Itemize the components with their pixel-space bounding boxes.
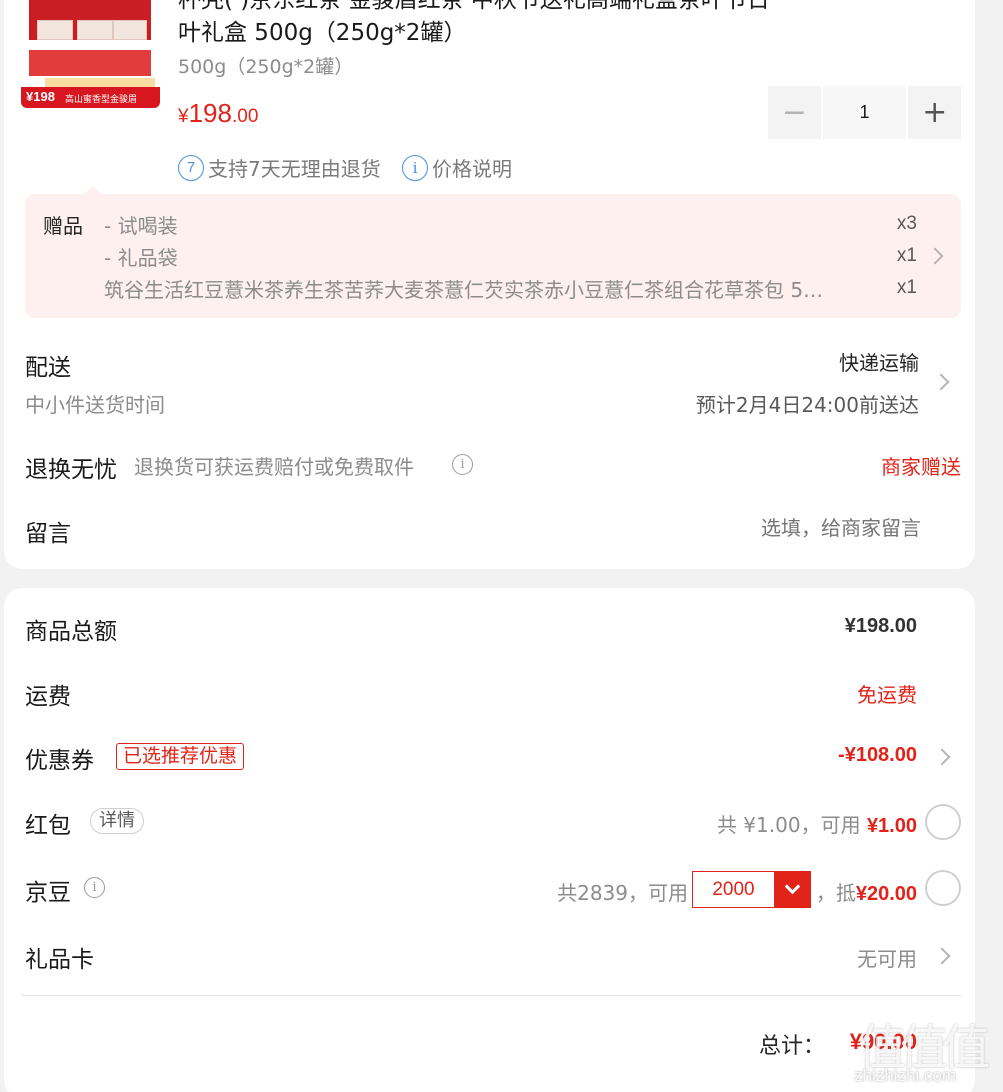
chevron-right-icon[interactable] — [933, 748, 951, 766]
product-spec: 500g（250g*2罐） — [178, 56, 354, 78]
redpacket-radio[interactable] — [925, 804, 961, 840]
beans-deduct: ，抵¥20.00 — [815, 881, 917, 905]
gift-item: - 礼品袋 — [104, 246, 178, 270]
redpacket-total: 共 ¥1.00，可用 — [716, 813, 867, 837]
return-policy[interactable]: 7 支持7天无理由退货 — [178, 153, 381, 182]
beans-total: 共2839，可用 — [557, 881, 688, 905]
image-promo-text: 高山蜜香型金骏眉 — [65, 95, 138, 105]
chevron-right-icon[interactable] — [933, 947, 951, 965]
gift-section[interactable]: 赠品 - 试喝装 x3 - 礼品袋 x1 筑谷生活红豆薏米茶养生茶苦荞大麦茶薏仁… — [25, 194, 961, 318]
redpacket-available: ¥1.00 — [866, 815, 917, 837]
increment-button[interactable]: + — [908, 86, 961, 139]
redpacket-info: 共 ¥1.00，可用 ¥1.00 — [717, 809, 917, 838]
gift-item: 筑谷生活红豆薏米茶养生茶苦荞大麦茶薏仁芡实茶赤小豆薏仁茶组合花草茶包 5… — [104, 278, 824, 302]
delivery-label: 配送 — [25, 355, 71, 381]
delivery-eta: 预计2月4日24:00前送达 — [695, 393, 919, 417]
giftcard-value[interactable]: 无可用 — [857, 943, 917, 972]
shipping-label: 运费 — [25, 684, 71, 710]
gift-qty: x1 — [896, 277, 917, 298]
product-title-line-1[interactable]: 杯壳( )京东红茶 金骏眉红茶 中秋节送礼高端礼盒茶叶节日 — [178, 0, 770, 14]
chevron-down-icon[interactable] — [774, 872, 810, 907]
return-policy-text: 支持7天无理由退货 — [208, 157, 381, 181]
goods-total-value: ¥198.00 — [844, 615, 917, 637]
beans-radio[interactable] — [925, 870, 961, 906]
coupon-value[interactable]: -¥108.00 — [838, 744, 917, 767]
image-promo-price: ¥198 — [26, 89, 55, 104]
product-title-line-2[interactable]: 叶礼盒 500g（250g*2罐） — [178, 13, 466, 47]
watermark-url: zhizhizhi.com — [854, 1066, 957, 1085]
goods-total-label: 商品总额 — [25, 619, 117, 645]
price-info-text: 价格说明 — [432, 157, 512, 181]
order-item-card: ¥198 高山蜜香型金骏眉 杯壳( )京东红茶 金骏眉红茶 中秋节送礼高端礼盒茶… — [4, 0, 975, 569]
seven-days-icon: 7 — [178, 154, 204, 181]
product-image[interactable]: ¥198 高山蜜香型金骏眉 — [21, 0, 160, 108]
info-icon: i — [402, 154, 428, 181]
beans-amount-select[interactable]: 2000 — [692, 871, 811, 908]
chevron-right-icon — [926, 247, 944, 265]
gift-label: 赠品 — [43, 214, 83, 238]
gift-qty: x1 — [896, 245, 917, 266]
redpacket-details-tag[interactable]: 详情 — [90, 808, 144, 834]
shipping-value: 免运费 — [857, 683, 917, 707]
giftcard-label: 礼品卡 — [25, 947, 94, 973]
coupon-recommended-tag: 已选推荐优惠 — [116, 743, 245, 770]
product-price: ¥198.00 — [178, 98, 259, 128]
returns-desc: 退换货可获运费赔付或免费取件 — [134, 455, 414, 479]
delivery-sub: 中小件送货时间 — [25, 393, 165, 417]
info-icon[interactable]: i — [452, 454, 473, 475]
message-input[interactable] — [564, 512, 921, 544]
price-info[interactable]: i 价格说明 — [402, 153, 512, 182]
returns-label: 退换无忧 — [25, 457, 117, 483]
chevron-right-icon[interactable] — [932, 373, 950, 391]
site-watermark: 值值值 zhizhizhi.com — [852, 1008, 1000, 1092]
gift-qty: x3 — [896, 213, 917, 234]
beans-selected-value: 2000 — [712, 878, 755, 900]
beans-deduct-value: ¥20.00 — [855, 883, 917, 905]
delivery-method[interactable]: 快递运输 — [839, 347, 919, 376]
beans-label: 京豆 — [25, 880, 71, 906]
divider — [21, 995, 961, 996]
info-icon[interactable]: i — [84, 877, 105, 898]
redpacket-label: 红包 — [25, 813, 71, 839]
quantity-value[interactable]: 1 — [822, 86, 907, 139]
decrement-button[interactable]: − — [768, 86, 821, 139]
returns-value: 商家赠送 — [881, 455, 961, 479]
total-label: 总计： — [758, 1034, 825, 1059]
gift-item: - 试喝装 — [104, 214, 178, 238]
message-label: 留言 — [25, 521, 71, 547]
price-summary-card: 商品总额 ¥198.00 运费 免运费 优惠券 已选推荐优惠 -¥108.00 … — [4, 588, 975, 1092]
coupon-label: 优惠券 — [25, 748, 94, 774]
quantity-stepper: − 1 + — [768, 86, 961, 139]
